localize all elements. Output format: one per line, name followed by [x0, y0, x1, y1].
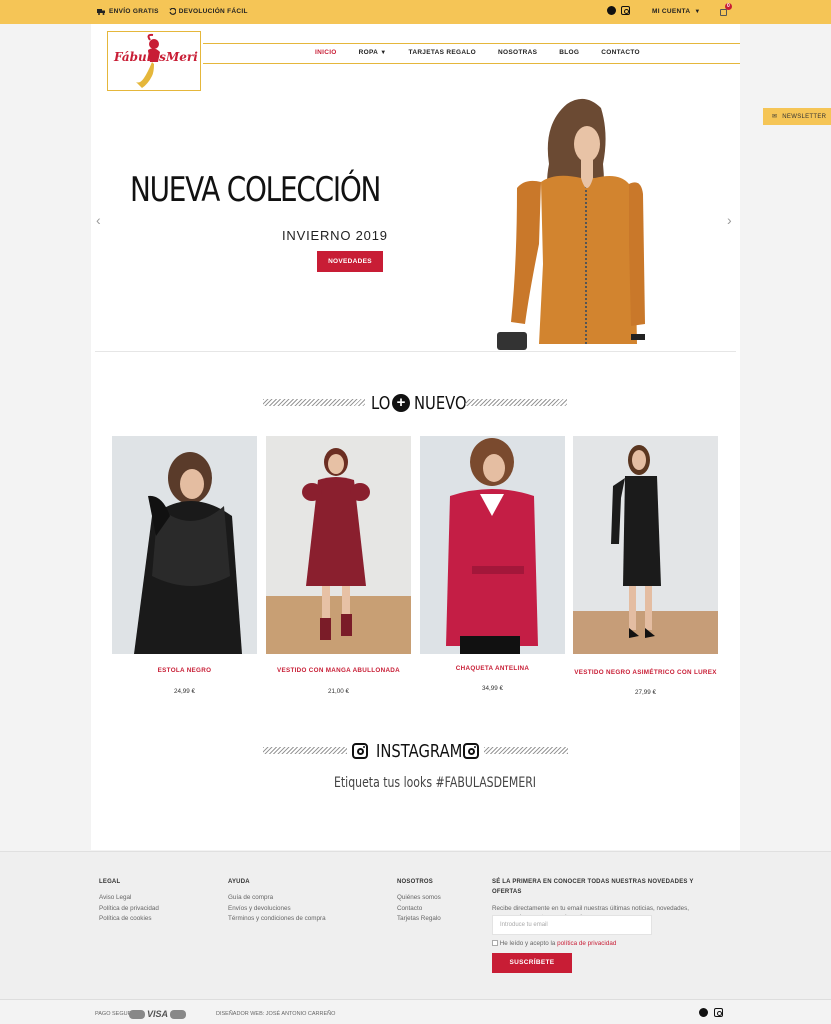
product-name[interactable]: VESTIDO CON MANGA ABULLONADA — [266, 667, 411, 674]
designer-credit[interactable]: DISEÑADOR WEB: JOSÉ ANTONIO CARREÑO — [216, 1011, 335, 1017]
hero-subtitle: INVIERNO 2019 — [282, 228, 388, 243]
footer-link[interactable]: Aviso Legal — [99, 893, 159, 903]
footer-link[interactable]: Envíos y devoluciones — [228, 904, 326, 914]
product-photo-chaqueta — [420, 436, 565, 654]
instagram-hatch-right — [484, 747, 568, 754]
product-image[interactable] — [266, 436, 411, 654]
instagram-tagline: Etiqueta tus looks #FABULASDEMERI — [334, 775, 537, 791]
shopping-bag-icon — [720, 9, 727, 16]
instagram-title: INSTAGRAM — [376, 741, 463, 762]
footer-social — [699, 1008, 723, 1017]
product-price: 21,00 € — [327, 688, 349, 695]
footer-link[interactable]: Tarjetas Regalo — [397, 914, 441, 924]
nav-item-ropa-label: ROPA — [358, 49, 379, 56]
product-name[interactable]: ESTOLA NEGRO — [112, 667, 257, 674]
hero-model-image — [497, 98, 645, 350]
visa-logo: VISA — [147, 1009, 169, 1019]
nav-item-ropa[interactable]: ROPA ▼ — [359, 49, 387, 56]
nav-item-nosotras[interactable]: NOSOTRAS — [498, 49, 537, 56]
newsletter-tab-label: NEWSLETTER — [782, 114, 827, 120]
truck-icon — [97, 9, 105, 15]
email-input[interactable]: Introduce tu email — [492, 915, 652, 935]
free-shipping-label: ENVÍO GRATIS — [109, 8, 159, 15]
footer-col-ayuda: AYUDA Guía de compra Envíos y devolucion… — [228, 877, 326, 924]
product-image[interactable] — [112, 436, 257, 654]
product-price: 34,99 € — [481, 685, 503, 692]
product-photo-estola — [112, 436, 257, 654]
product-photo-vestido-manga — [266, 436, 411, 654]
easy-returns: DEVOLUCIÓN FÁCIL — [169, 8, 248, 15]
product-image[interactable] — [573, 436, 718, 654]
account-label: MI CUENTA — [652, 8, 691, 15]
main-nav: INICIO ROPA ▼ TARJETAS REGALO NOSOTRAS B… — [315, 49, 640, 56]
mastercard-icon — [129, 1009, 145, 1019]
caret-down-icon: ▼ — [380, 50, 387, 56]
product-price: 27,99 € — [634, 689, 656, 696]
nav-item-inicio[interactable]: INICIO — [315, 49, 337, 56]
logo-text-1: Fábulas — [114, 50, 166, 64]
cart-button[interactable]: 0 — [719, 3, 732, 16]
footer-link[interactable]: Política de privacidad — [99, 904, 159, 914]
hero-slider — [91, 92, 740, 352]
top-bar: ENVÍO GRATIS DEVOLUCIÓN FÁCIL MI CUENTA … — [0, 0, 831, 24]
product-photo-vestido-negro — [573, 436, 718, 654]
logo-text-2: Meri — [166, 50, 198, 64]
consent-checkbox[interactable] — [492, 940, 498, 947]
footer-link[interactable]: Contacto — [397, 904, 441, 914]
product-price: 24,99 € — [173, 688, 195, 695]
bottom-bar: PAGO SEGURO VISA DISEÑADOR WEB: JOSÉ ANT… — [0, 999, 831, 1024]
maestro-icon — [170, 1009, 187, 1019]
subscribe-button[interactable]: SUSCRÍBETE — [492, 953, 572, 973]
instagram-icon[interactable] — [621, 6, 630, 15]
hero-divider — [95, 351, 736, 352]
footer-col-nosotros: NOSOTROS Quiénes somos Contacto Tarjetas… — [397, 877, 441, 924]
footer-link[interactable]: Términos y condiciones de compra — [228, 914, 326, 924]
title-hatch-right — [465, 399, 567, 406]
footer-link[interactable]: Quiénes somos — [397, 893, 441, 903]
payment-methods: VISA — [129, 1009, 187, 1019]
privacy-policy-link[interactable]: política de privacidad — [557, 940, 616, 947]
new-section-title-left: LO — [371, 393, 391, 414]
product-name[interactable]: CHAQUETA ANTELINA — [420, 665, 565, 672]
plus-icon: + — [392, 394, 410, 412]
undo-icon — [169, 8, 176, 15]
footer-link[interactable]: Política de cookies — [99, 914, 159, 924]
footer-heading: LEGAL — [99, 879, 121, 885]
footer-heading: NOSOTROS — [397, 879, 433, 885]
instagram-hatch-left — [263, 747, 347, 754]
site-logo[interactable]: Fábulas Meri — [107, 31, 201, 91]
envelope-icon: ✉ — [772, 114, 778, 120]
instagram-icon — [463, 743, 479, 759]
cart-count-badge: 0 — [725, 3, 732, 10]
easy-returns-label: DEVOLUCIÓN FÁCIL — [178, 8, 248, 15]
hero-title: NUEVA COLECCIÓN — [130, 170, 381, 210]
instagram-icon — [352, 743, 368, 759]
footer-col-legal: LEGAL Aviso Legal Política de privacidad… — [99, 877, 159, 924]
facebook-icon[interactable] — [699, 1008, 708, 1017]
free-shipping: ENVÍO GRATIS — [97, 8, 159, 15]
footer-link[interactable]: Guía de compra — [228, 893, 326, 903]
footer-heading: SÉ LA PRIMERA EN CONOCER TODAS NUESTRAS … — [492, 879, 694, 896]
account-menu[interactable]: MI CUENTA ▼ — [652, 8, 701, 15]
new-section-title-right: NUEVO — [414, 393, 467, 414]
slider-prev-arrow[interactable]: ‹ — [96, 212, 101, 228]
privacy-consent: He leído y acepto la política de privaci… — [492, 939, 616, 949]
newsletter-tab[interactable]: ✉ NEWSLETTER — [763, 108, 831, 125]
slider-next-arrow[interactable]: › — [727, 212, 732, 228]
novedades-button[interactable]: NOVEDADES — [317, 251, 383, 272]
nav-item-contacto[interactable]: CONTACTO — [601, 49, 640, 56]
facebook-icon[interactable] — [607, 6, 616, 15]
footer-heading: AYUDA — [228, 879, 250, 885]
consent-label: He leído y acepto la — [499, 940, 556, 947]
product-name[interactable]: VESTIDO NEGRO ASIMÉTRICO CON LUREX — [573, 669, 718, 676]
chevron-down-icon: ▼ — [694, 8, 701, 15]
nav-item-tarjetas[interactable]: TARJETAS REGALO — [409, 49, 476, 56]
nav-item-blog[interactable]: BLOG — [559, 49, 579, 56]
footer — [0, 851, 831, 999]
instagram-icon[interactable] — [714, 1008, 723, 1017]
product-image[interactable] — [420, 436, 565, 654]
title-hatch-left — [263, 399, 365, 406]
